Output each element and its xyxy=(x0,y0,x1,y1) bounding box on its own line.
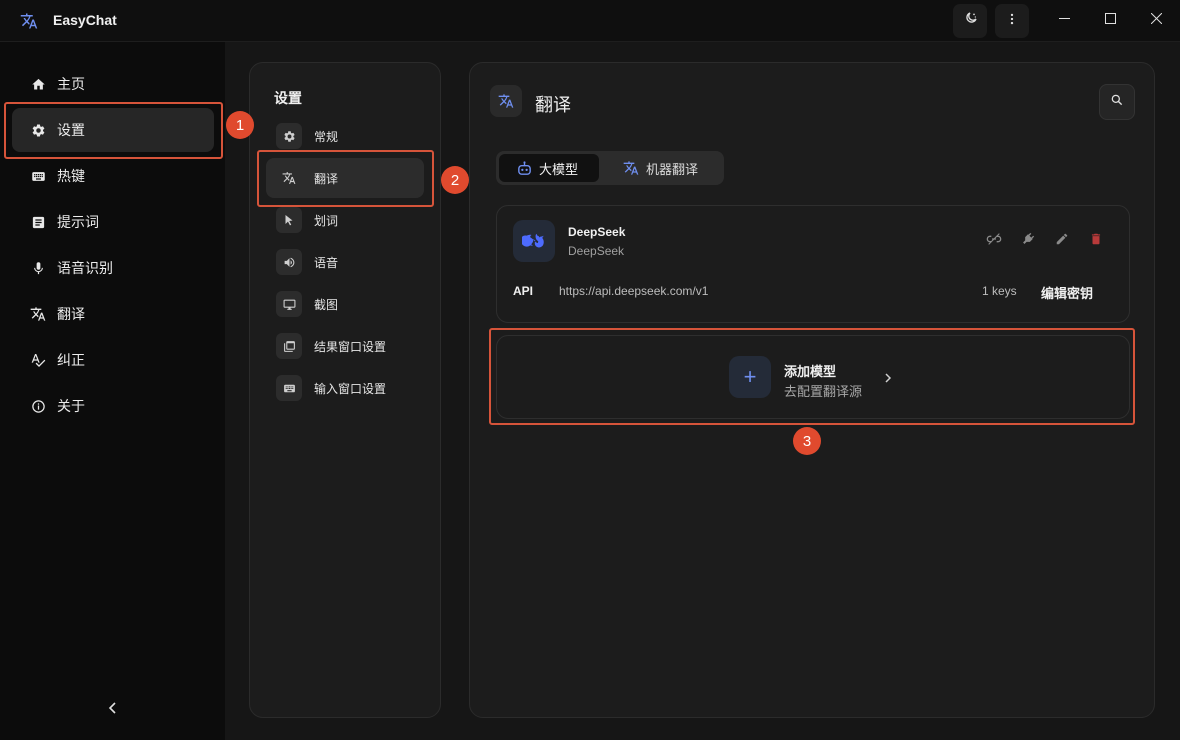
delete-model-button[interactable] xyxy=(1087,232,1105,250)
home-icon xyxy=(30,76,46,92)
keyboard-icon xyxy=(30,168,46,184)
search-icon xyxy=(1110,93,1124,112)
window-icon xyxy=(276,333,302,359)
annotation-box-1 xyxy=(4,102,223,159)
sidebar-item-prompts[interactable]: 提示词 xyxy=(12,200,214,244)
api-url: https://api.deepseek.com/v1 xyxy=(559,284,709,298)
annotation-badge-2: 2 xyxy=(441,166,469,194)
connect-button[interactable] xyxy=(1019,232,1037,250)
settings-item-label: 常规 xyxy=(314,130,339,144)
translate-icon xyxy=(490,85,522,117)
annotation-badge-3: 3 xyxy=(793,427,821,455)
sidebar-item-label: 纠正 xyxy=(57,352,85,368)
robot-icon xyxy=(515,159,533,177)
moon-sun-icon xyxy=(962,11,978,32)
api-label: API xyxy=(513,284,534,298)
speaker-icon xyxy=(276,249,302,275)
app-title: EasyChat xyxy=(53,12,117,28)
sidebar-item-label: 热键 xyxy=(57,168,85,184)
sidebar-item-label: 语音识别 xyxy=(57,260,113,276)
monitor-icon xyxy=(276,291,302,317)
settings-item-input-window[interactable]: 输入窗口设置 xyxy=(266,368,424,408)
page-title: 翻译 xyxy=(535,95,571,115)
sidebar-item-hotkeys[interactable]: 热键 xyxy=(12,154,214,198)
title-bar: EasyChat xyxy=(0,0,1180,42)
link-icon xyxy=(986,231,1002,252)
settings-item-label: 输入窗口设置 xyxy=(314,382,387,396)
mic-icon xyxy=(30,260,46,276)
settings-item-result-window[interactable]: 结果窗口设置 xyxy=(266,326,424,366)
mode-tabs: 大模型 机器翻译 xyxy=(496,151,724,185)
tab-label: 机器翻译 xyxy=(646,161,699,177)
maximize-icon xyxy=(1104,11,1116,29)
chevron-left-icon xyxy=(108,701,118,719)
close-icon xyxy=(1150,11,1162,29)
collapse-sidebar-button[interactable] xyxy=(104,701,122,719)
theme-toggle-button[interactable] xyxy=(953,4,987,38)
keys-count: 1 keys xyxy=(982,284,1017,298)
translate-icon xyxy=(622,159,640,177)
annotation-box-2 xyxy=(257,150,434,207)
translate-icon xyxy=(30,306,46,322)
model-provider: DeepSeek xyxy=(568,244,625,258)
settings-item-screenshot[interactable]: 截图 xyxy=(266,284,424,324)
deepseek-logo-icon xyxy=(513,220,555,262)
tab-llm[interactable]: 大模型 xyxy=(499,154,599,182)
translate-icon xyxy=(20,12,38,30)
settings-panel-title: 设置 xyxy=(274,90,302,106)
minimize-button[interactable] xyxy=(1041,0,1087,40)
more-vertical-icon xyxy=(1005,12,1019,31)
test-connection-button[interactable] xyxy=(985,232,1003,250)
annotation-box-3 xyxy=(489,328,1135,425)
sidebar-item-label: 提示词 xyxy=(57,214,99,230)
tab-label: 大模型 xyxy=(539,161,579,177)
model-card: DeepSeek DeepSeek API https://api.deepse… xyxy=(496,205,1130,323)
sidebar-item-home[interactable]: 主页 xyxy=(12,62,214,106)
sidebar-item-label: 关于 xyxy=(57,398,85,414)
settings-item-label: 截图 xyxy=(314,298,339,312)
settings-item-label: 划词 xyxy=(314,214,339,228)
document-icon xyxy=(30,214,46,230)
edit-keys-button[interactable]: 编辑密钥 xyxy=(1041,283,1093,302)
settings-item-voice[interactable]: 语音 xyxy=(266,242,424,282)
more-button[interactable] xyxy=(995,4,1029,38)
maximize-button[interactable] xyxy=(1087,0,1133,40)
keyboard-icon xyxy=(276,375,302,401)
minimize-icon xyxy=(1058,11,1070,29)
plug-icon xyxy=(1020,231,1036,252)
close-button[interactable] xyxy=(1133,0,1179,40)
search-button[interactable] xyxy=(1099,84,1135,120)
tab-machine-translation[interactable]: 机器翻译 xyxy=(602,154,720,182)
edit-model-button[interactable] xyxy=(1053,232,1071,250)
sidebar-item-about[interactable]: 关于 xyxy=(12,384,214,428)
spellcheck-icon xyxy=(30,352,46,368)
settings-item-label: 结果窗口设置 xyxy=(314,340,387,354)
settings-item-label: 语音 xyxy=(314,256,339,270)
trash-icon xyxy=(1089,232,1103,251)
sidebar-item-speech-recognition[interactable]: 语音识别 xyxy=(12,246,214,290)
sidebar-item-translate[interactable]: 翻译 xyxy=(12,292,214,336)
cursor-icon xyxy=(276,207,302,233)
sidebar-item-correction[interactable]: 纠正 xyxy=(12,338,214,382)
sidebar-item-label: 翻译 xyxy=(57,306,85,322)
sidebar-item-label: 主页 xyxy=(57,76,85,92)
annotation-badge-1: 1 xyxy=(226,111,254,139)
info-icon xyxy=(30,398,46,414)
pencil-icon xyxy=(1055,232,1069,251)
gear-icon xyxy=(276,123,302,149)
model-name: DeepSeek xyxy=(568,225,626,239)
